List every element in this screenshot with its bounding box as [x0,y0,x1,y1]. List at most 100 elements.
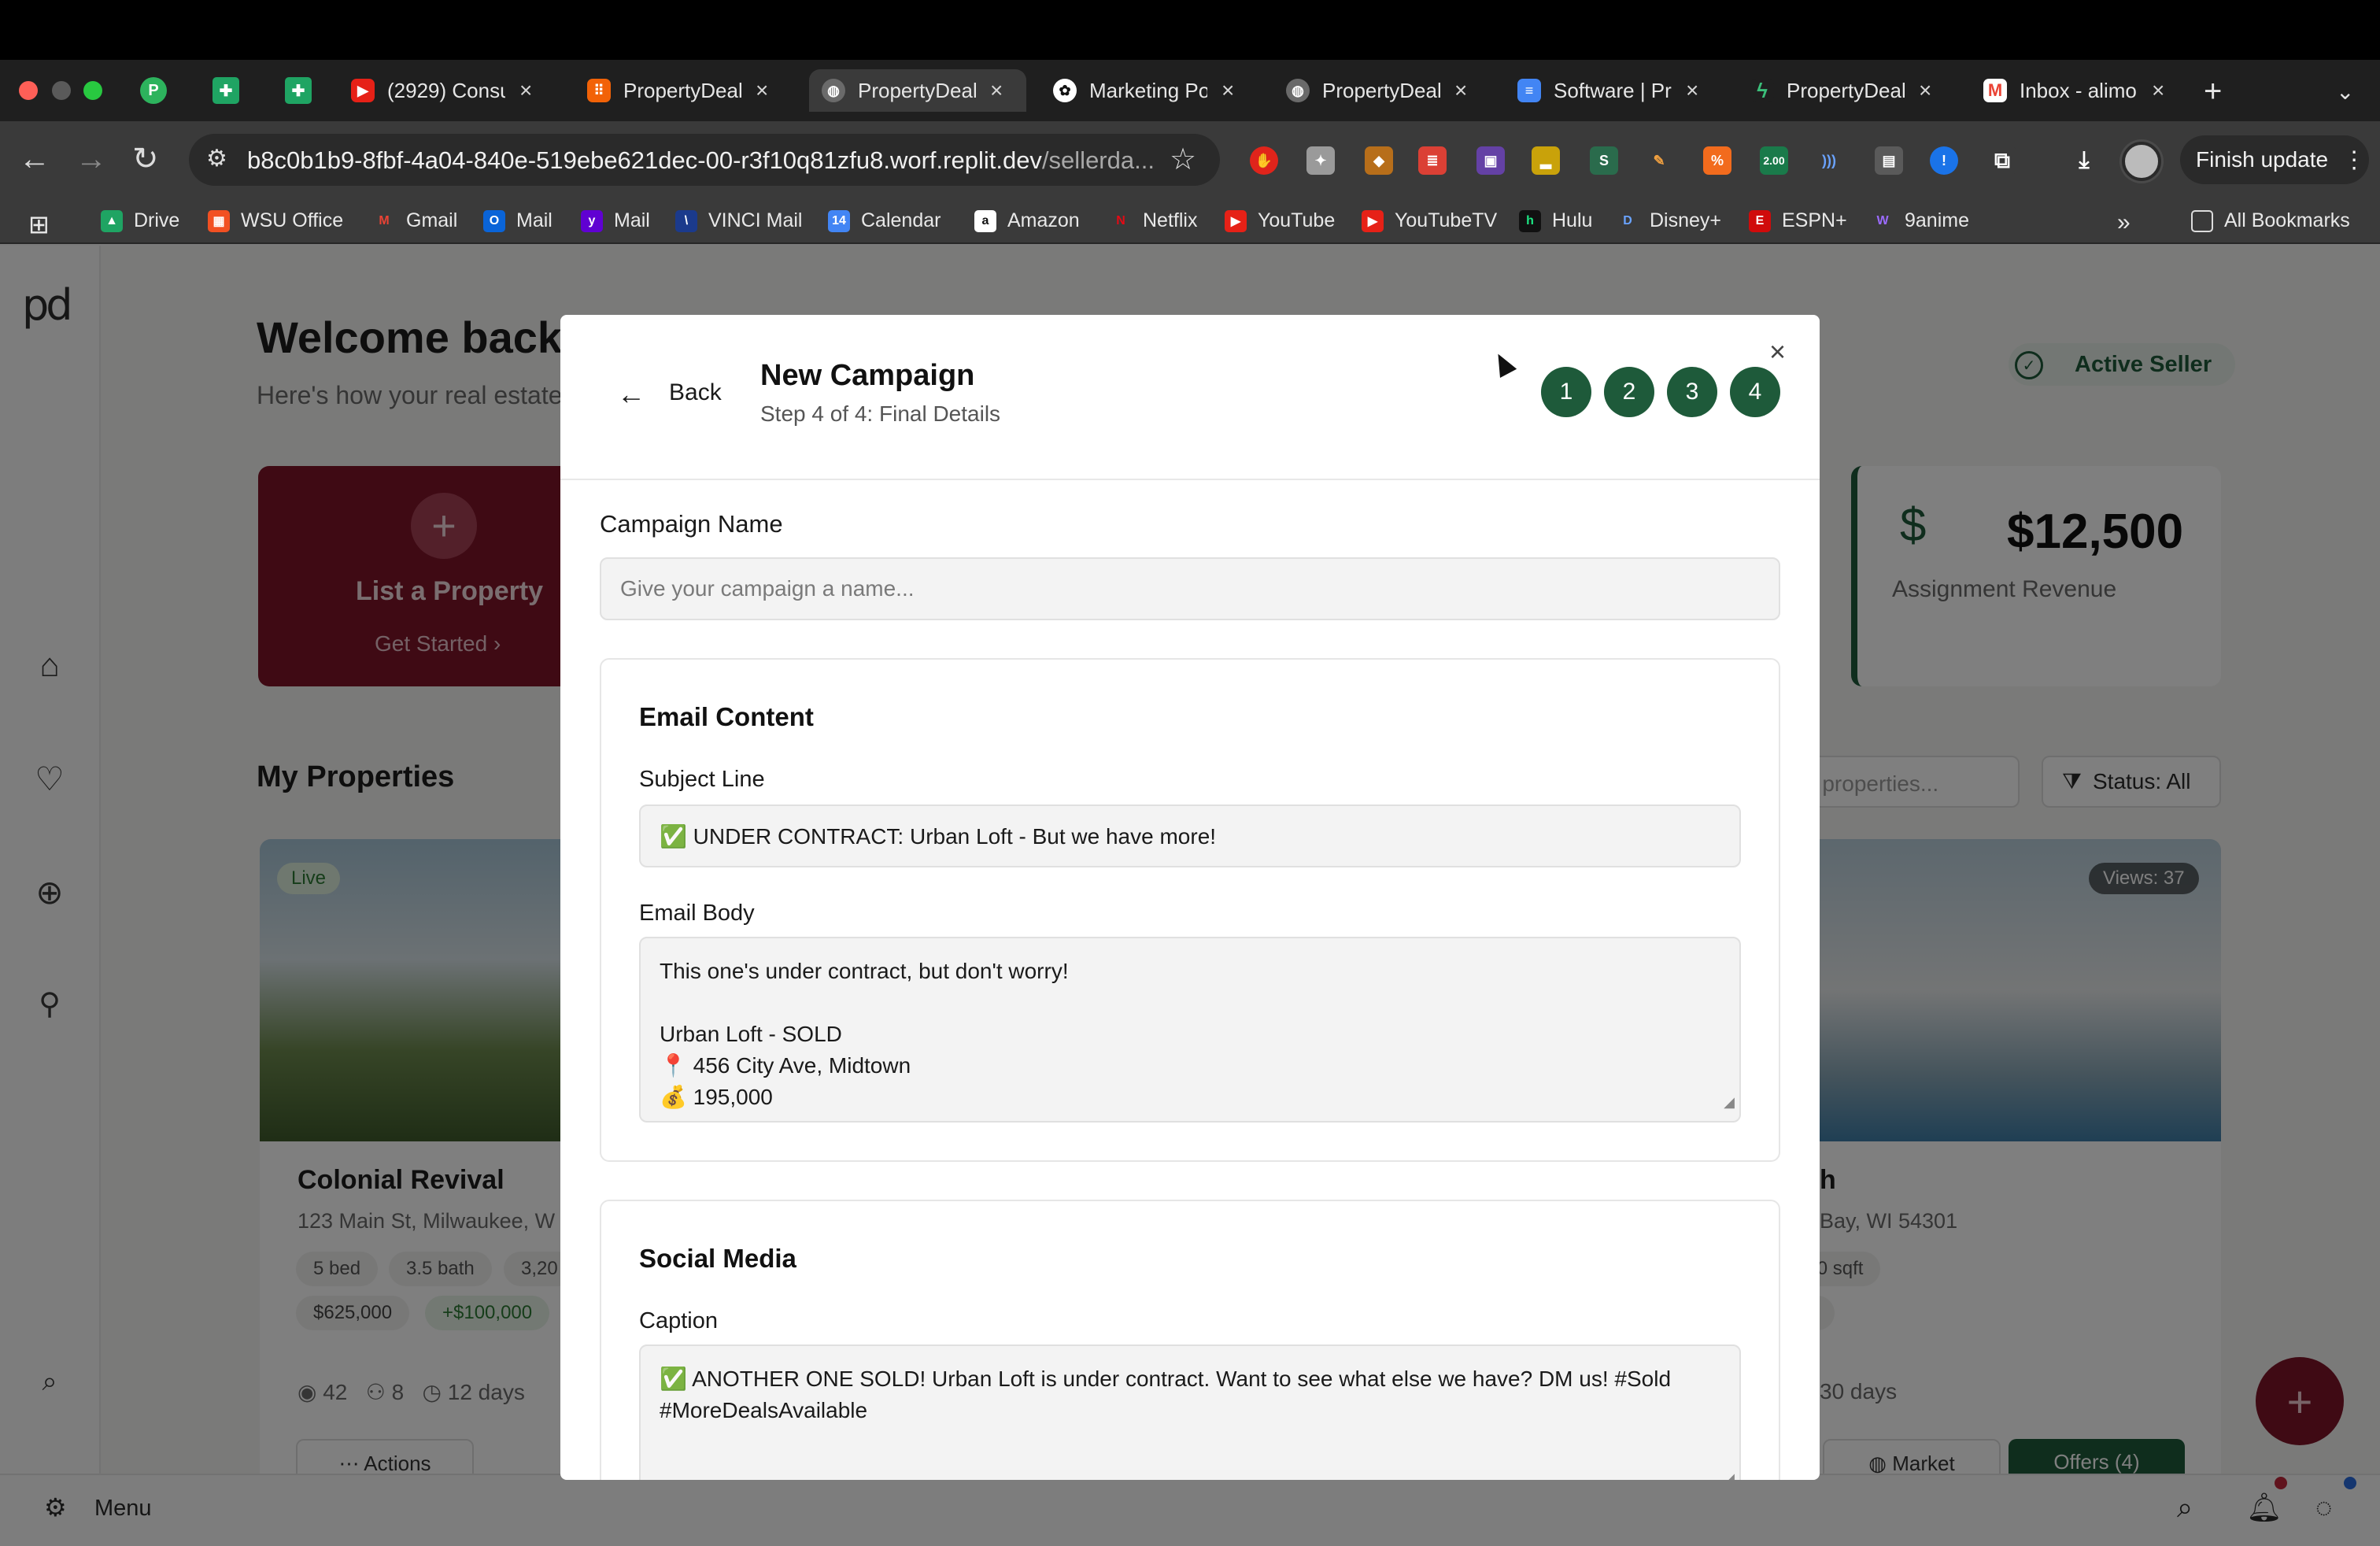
tab-search-icon[interactable]: ⌄ [2336,79,2354,105]
bookmark-netflix[interactable]: N Netflix [1110,209,1197,232]
youtubetv-icon: ▶ [1362,209,1384,232]
step-indicator-2[interactable]: 2 [1604,367,1654,417]
extension-icon-8[interactable]: ✎ [1645,146,1673,175]
window-zoom-button[interactable] [83,81,102,100]
todoist-extension-icon[interactable]: ≣ [1418,146,1447,175]
download-icon[interactable]: ⤓ [2070,146,2098,175]
close-icon[interactable]: × [1686,78,1698,103]
pinned-tab-sheets-1[interactable]: ✚ [213,77,239,104]
bookmark-label: VINCI Mail [708,209,803,231]
subject-line-input[interactable]: ✅ UNDER CONTRACT: Urban Loft - But we ha… [639,804,1741,867]
bookmark-label: Mail [516,209,552,231]
campaign-name-input[interactable]: Give your campaign a name... [600,557,1780,620]
close-icon[interactable]: × [756,78,768,103]
reload-icon[interactable]: ↻ [132,140,159,178]
bookmark-youtubetv[interactable]: ▶ YouTubeTV [1362,209,1497,232]
extension-icon-6[interactable]: ▂ [1532,146,1560,175]
bookmark-espn[interactable]: E ESPN+ [1749,209,1847,232]
extension-icon-3[interactable]: ◆ [1365,146,1393,175]
adblock-extension-icon[interactable]: ✋ [1250,146,1278,175]
bookmark-amazon[interactable]: a Amazon [974,209,1080,232]
twitch-extension-icon[interactable]: ▣ [1476,146,1505,175]
step-indicator-3[interactable]: 3 [1667,367,1717,417]
tab-propertydeal-2[interactable]: ◍ PropertyDeal × [1273,69,1480,112]
tab-gmail[interactable]: M Inbox - alimo × [1971,69,2177,112]
tab-propertydeal-active[interactable]: ◍ PropertyDeal × [809,69,1026,112]
tab-propertydeal-replit[interactable]: ⠿ PropertyDeal × [575,69,781,112]
back-nav-icon[interactable]: ← [19,140,50,178]
bookmarks-overflow-icon[interactable]: » [2117,209,2131,236]
extension-icon-11[interactable]: ))) [1815,146,1843,175]
pinned-tab-p[interactable]: P [140,77,167,104]
url-host: b8c0b1b9-8fbf-4a04-840e-519ebe621dec-00-… [247,146,1042,174]
resize-handle-icon[interactable]: ◢ [1724,1463,1735,1480]
tab-title: Software | Pr [1554,78,1672,102]
sheets-icon: ✚ [219,82,233,100]
close-icon[interactable]: × [1919,78,1931,103]
disney-icon: D [1617,209,1639,232]
close-icon[interactable]: × [990,78,1003,103]
bookmark-gmail[interactable]: M Gmail [373,209,457,232]
anime-icon: W [1872,209,1894,232]
netflix-icon: N [1110,209,1132,232]
bookmark-star-icon[interactable]: ☆ [1170,142,1196,177]
all-bookmarks-folder[interactable]: All Bookmarks [2191,209,2350,232]
tab-propertydeal-3[interactable]: ϟ PropertyDeal × [1738,69,1944,112]
extension-icon-9[interactable]: % [1703,146,1731,175]
finish-update-button[interactable]: Finish update ⋮ [2180,135,2369,184]
resize-handle-icon[interactable]: ◢ [1724,1086,1735,1118]
bookmark-wsu-office[interactable]: ▦ WSU Office [208,209,343,232]
bookmark-youtube[interactable]: ▶ YouTube [1225,209,1335,232]
extension-badge-icon[interactable]: 2.00 [1760,146,1788,175]
extensions-puzzle-icon[interactable]: ⧉ [1988,146,2016,175]
bookmark-yahoo-mail[interactable]: y Mail [581,209,650,232]
close-icon[interactable]: × [519,78,532,103]
bookmark-outlook-mail[interactable]: O Mail [483,209,552,232]
email-body-textarea[interactable]: This one's under contract, but don't wor… [639,937,1741,1123]
close-icon[interactable]: × [1221,78,1234,103]
profile-avatar[interactable] [2122,142,2161,181]
step-indicator-1[interactable]: 1 [1541,367,1591,417]
bookmark-label: YouTubeTV [1395,209,1498,231]
bookmark-label: ESPN+ [1782,209,1847,231]
close-icon[interactable]: × [1769,335,1786,368]
bookmark-disney[interactable]: D Disney+ [1617,209,1721,232]
window-minimize-button[interactable] [52,81,71,100]
tab-youtube[interactable]: ▶ (2929) Consu × [338,69,545,112]
pinned-tab-letter: P [148,81,159,99]
arrow-left-icon[interactable]: ← [617,378,645,411]
tab-software[interactable]: ≡ Software | Pr × [1505,69,1711,112]
extension-icon-13[interactable]: ! [1930,146,1958,175]
forward-nav-icon[interactable]: → [76,140,107,178]
extension-icon-2[interactable]: ✦ [1306,146,1335,175]
extension-icon-12[interactable]: ▤ [1875,146,1903,175]
subject-line-value: ✅ UNDER CONTRACT: Urban Loft - But we ha… [660,823,1217,849]
site-info-icon[interactable]: ⚙ [206,145,227,172]
window-close-button[interactable] [19,81,38,100]
apps-grid-icon[interactable]: ⊞ [28,209,50,239]
bookmark-drive[interactable]: ▲ Drive [101,209,179,232]
close-icon[interactable]: × [2152,78,2164,103]
bookmark-vinci-mail[interactable]: \ VINCI Mail [675,209,802,232]
step-indicator-4[interactable]: 4 [1730,367,1780,417]
close-icon[interactable]: × [1454,78,1467,103]
more-vert-icon: ⋮ [2342,146,2367,173]
bookmark-hulu[interactable]: h Hulu [1519,209,1592,232]
bookmark-label: WSU Office [241,209,344,231]
replit-icon: ⠿ [587,79,611,102]
bookmark-label: Drive [134,209,180,231]
social-media-title: Social Media [639,1244,796,1273]
url-text[interactable]: b8c0b1b9-8fbf-4a04-840e-519ebe621dec-00-… [247,146,1155,175]
tab-title: PropertyDeal [1787,78,1905,102]
pinned-tab-sheets-2[interactable]: ✚ [285,77,312,104]
back-button[interactable]: Back [669,379,722,406]
caption-textarea[interactable]: ✅ ANOTHER ONE SOLD! Urban Loft is under … [639,1344,1741,1480]
bookmark-9anime[interactable]: W 9anime [1872,209,1969,232]
new-tab-button[interactable]: + [2204,74,2222,109]
bookmark-calendar[interactable]: 14 Calendar [828,209,941,232]
bookmark-label: Gmail [406,209,458,231]
globe-icon: ◍ [822,79,845,102]
tab-marketing[interactable]: ✿ Marketing Po × [1040,69,1247,112]
extension-icon-7[interactable]: S [1590,146,1618,175]
finish-update-label: Finish update [2196,147,2329,172]
